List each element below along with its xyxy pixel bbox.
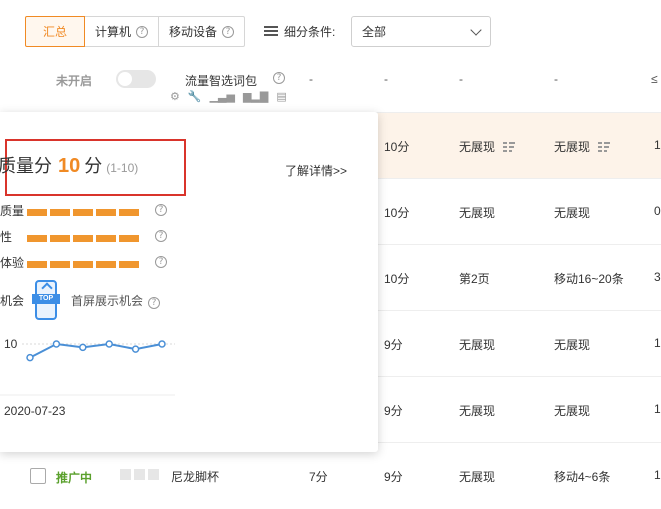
column-chart-icon[interactable]: ▆▂▇: [243, 90, 268, 103]
bar-chart-icon[interactable]: ▁▃▅: [210, 90, 235, 103]
y-tick-label: 10: [4, 337, 18, 351]
help-icon[interactable]: ?: [155, 230, 167, 242]
cell-edge: 0: [654, 204, 661, 218]
status-text: 未开启: [56, 74, 93, 88]
metric-bar: [27, 235, 139, 242]
metric-label: 性: [0, 230, 13, 244]
flow-package-label: 流量智选词包: [185, 74, 258, 88]
data-point[interactable]: [79, 343, 87, 352]
sort-icon[interactable]: [503, 142, 516, 153]
product-name[interactable]: 尼龙脚杯: [171, 468, 219, 485]
quality-score-cell: 9分: [384, 338, 403, 352]
quality-score-cell: 9分: [384, 404, 403, 418]
pc-rank-cell: 无展现: [459, 206, 496, 220]
quality-score-range: (1-10): [106, 161, 139, 175]
mobile-rank-cell: 无展现: [554, 338, 591, 352]
table-row: 推广中 尼龙脚杯 7分 9分 无展现 移动4~6条 1: [0, 442, 661, 509]
quality-score-cell: 10分: [384, 272, 410, 286]
settings-icon[interactable]: ⚙: [170, 90, 180, 103]
filter-select[interactable]: 全部: [351, 16, 491, 47]
first-screen-label: 首屏展示机会?: [71, 292, 161, 309]
product-thumbnails: [120, 469, 159, 480]
mobile-rank-cell: 无展现: [554, 206, 591, 220]
tab-computer[interactable]: 计算机?: [84, 16, 160, 47]
tool-icons: ⚙ 🔧 ▁▃▅ ▆▂▇ ▤: [170, 90, 287, 103]
help-icon[interactable]: ?: [222, 25, 235, 38]
popup-title: 质量分: [0, 156, 52, 176]
data-point[interactable]: [105, 340, 113, 348]
row-checkbox[interactable]: [30, 468, 46, 484]
cell-edge: ≤: [651, 72, 658, 86]
tab-mobile[interactable]: 移动设备?: [158, 16, 246, 47]
cell-edge: 1: [654, 138, 661, 152]
sort-icon[interactable]: [598, 142, 611, 153]
data-point[interactable]: [131, 345, 140, 353]
cell-edge: 3: [654, 270, 661, 284]
device-tabs: 汇总 计算机? 移动设备?: [25, 16, 246, 47]
pc-rank-cell: 无展现: [459, 338, 496, 352]
cell-edge: 1: [654, 468, 661, 482]
filter-condition: 细分条件:: [264, 16, 335, 47]
wrench-icon[interactable]: 🔧: [188, 90, 202, 103]
flow-package-row: 未开启 流量智选词包 ? ⚙ 🔧 ▁▃▅ ▆▂▇ ▤ - - - - ≤: [0, 66, 661, 110]
help-icon[interactable]: ?: [155, 204, 167, 216]
metric-bar: [27, 209, 139, 216]
mobile-top-icon: [32, 280, 60, 320]
quality-score-cell: 10分: [384, 206, 410, 220]
tab-computer-label: 计算机: [95, 25, 132, 39]
data-point[interactable]: [52, 340, 61, 348]
pc-rank-cell: 第2页: [459, 272, 490, 286]
data-point[interactable]: [158, 340, 166, 348]
chevron-down-icon: [470, 23, 482, 36]
quality-score-cell: 7分: [309, 470, 328, 484]
series-line: [29, 342, 163, 359]
cell-dash: -: [384, 72, 388, 86]
filter-select-value: 全部: [362, 25, 387, 39]
pc-rank-cell: 无展现: [459, 404, 496, 418]
quality-score-heading: 质量分 10 分 (1-10): [0, 152, 138, 178]
detail-link[interactable]: 了解详情>>: [285, 162, 347, 179]
metric-label: 体验: [0, 256, 25, 270]
x-tick-label: 2020-07-23: [4, 404, 66, 418]
help-icon[interactable]: ?: [136, 25, 149, 38]
mobile-rank-cell: 无展现: [554, 404, 591, 418]
mobile-rank-cell: 移动16~20条: [554, 272, 624, 286]
quality-score-value: 10: [58, 155, 81, 177]
metric-label: 质量: [0, 204, 25, 218]
data-point[interactable]: [26, 353, 34, 362]
cell-dash: -: [459, 72, 463, 86]
quality-score-cell: 10分: [384, 140, 410, 154]
cell-dash: -: [554, 72, 558, 86]
help-icon[interactable]: ?: [148, 297, 161, 309]
help-icon[interactable]: ?: [155, 256, 167, 268]
mobile-rank-cell: 无展现: [554, 140, 591, 154]
metric-label: 机会: [0, 294, 25, 308]
mobile-rank-cell: 移动4~6条: [554, 470, 611, 484]
tab-mobile-label: 移动设备: [169, 25, 218, 39]
list-icon: [264, 26, 278, 37]
metric-bar: [27, 261, 139, 268]
status-toggle[interactable]: [116, 70, 156, 88]
pc-rank-cell: 无展现: [459, 140, 496, 154]
score-trend-chart: 10: [0, 337, 175, 396]
tab-summary-label: 汇总: [42, 25, 67, 39]
quality-score-unit: 分: [84, 156, 103, 176]
pc-rank-cell: 无展现: [459, 470, 496, 484]
filter-label: 细分条件:: [284, 25, 336, 39]
quality-score-popup: 质量分10分(1-10) 了解详情>> 质量 ? 性 ? 体验 ? 机会 首屏展…: [0, 112, 378, 452]
cell-edge: 1: [654, 336, 661, 350]
cell-dash: -: [309, 72, 313, 86]
quality-score-cell: 9分: [384, 470, 403, 484]
cell-edge: 1: [654, 402, 661, 416]
tab-summary[interactable]: 汇总: [25, 16, 85, 47]
help-icon[interactable]: ?: [273, 72, 285, 84]
status-badge: 推广中: [56, 471, 93, 485]
clipboard-icon[interactable]: ▤: [276, 90, 286, 103]
